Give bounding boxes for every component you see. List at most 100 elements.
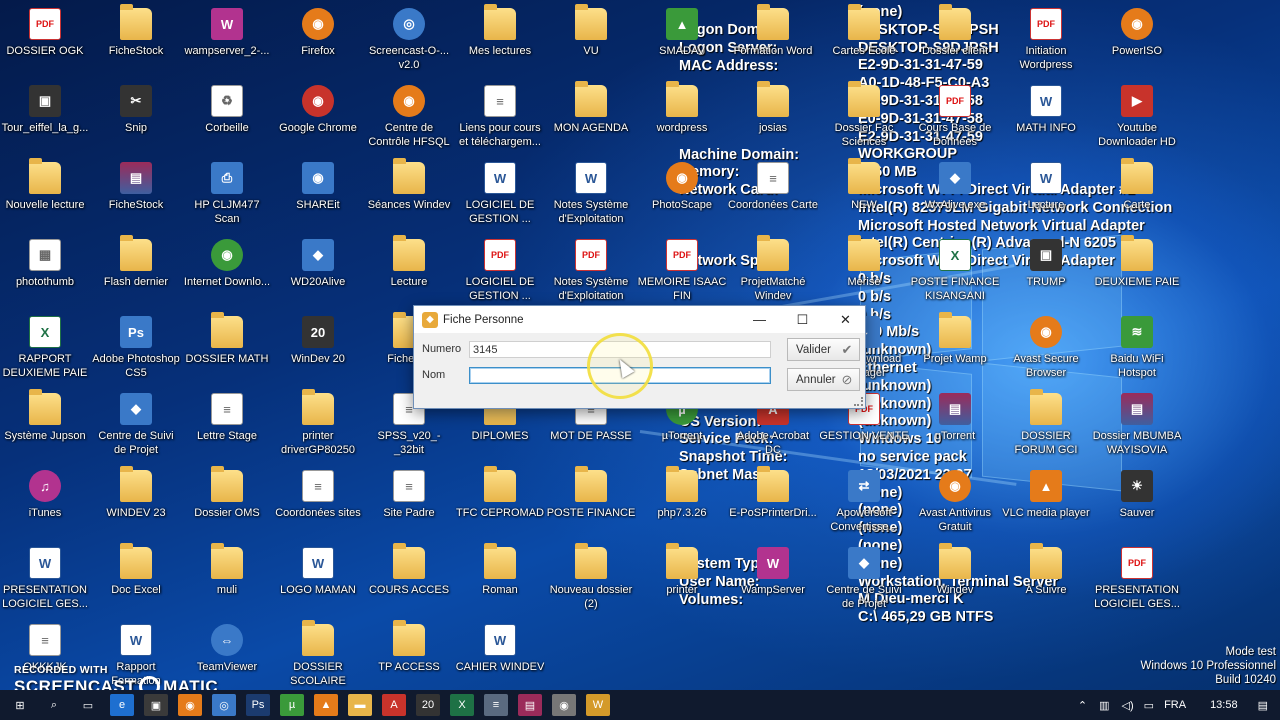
volume-icon[interactable]: ◁) (1122, 699, 1134, 712)
desktop-icon[interactable]: Dossier OMS (182, 464, 272, 540)
desktop-icon[interactable]: Lecture (364, 233, 454, 309)
desktop-icon[interactable]: MON AGENDA (546, 79, 636, 155)
desktop-icon[interactable]: NEW (819, 156, 909, 232)
edge-icon[interactable]: e (110, 694, 134, 716)
desktop-icon[interactable]: COURS ACCES (364, 541, 454, 617)
desktop-icon[interactable]: DOSSIER SCOLAIRE (273, 618, 363, 690)
notepad-icon[interactable]: ≡ (484, 694, 508, 716)
desktop-icon[interactable]: Flash dernier (91, 233, 181, 309)
desktop-icon[interactable]: W LOGO MAMAN (273, 541, 363, 617)
desktop-icon[interactable]: ▤ FicheStock (91, 156, 181, 232)
search-icon[interactable]: ⌕ (42, 694, 66, 716)
start-button[interactable]: ⊞ (8, 694, 32, 716)
input-language[interactable]: FRA (1164, 699, 1186, 711)
desktop-icon[interactable]: ≡ Coordonées Carte (728, 156, 818, 232)
desktop-icon[interactable]: E-PoSPrinterDri... (728, 464, 818, 540)
desktop-icon[interactable]: ◉ Firefox (273, 2, 363, 78)
valider-button[interactable]: Valider ✔ (787, 338, 860, 361)
desktop-icon[interactable]: muli (182, 541, 272, 617)
desktop-icon[interactable]: Windev (910, 541, 1000, 617)
desktop-icon[interactable]: PDF MEMOIRE ISAAC FIN (637, 233, 727, 309)
desktop-icon[interactable]: W WampServer (728, 541, 818, 617)
desktop-icon[interactable]: php7.3.26 (637, 464, 727, 540)
desktop-icon[interactable]: Merise (819, 233, 909, 309)
desktop-icon[interactable]: ▦ photothumb (0, 233, 90, 309)
desktop-icon[interactable]: ◉ Centre de Contrôle HFSQL (364, 79, 454, 155)
desktop-icon[interactable]: ◉ Internet Downlo... (182, 233, 272, 309)
desktop-icon[interactable]: ◆ Centre de Suivi de Projet (91, 387, 181, 463)
utorrent-icon[interactable]: µ (280, 694, 304, 716)
desktop-icon[interactable]: Wwampserver_2-... (182, 2, 272, 78)
annuler-button[interactable]: Annuler ⊘ (787, 368, 860, 391)
desktop-icon[interactable]: Séances Windev (364, 156, 454, 232)
desktop-icon[interactable]: W CAHIER WINDEV (455, 618, 545, 690)
vlc-icon[interactable]: ▲ (314, 694, 338, 716)
desktop-icon[interactable]: PDF DOSSIER OGK (0, 2, 90, 78)
desktop-icon[interactable]: ◆ WxAlive.exe (910, 156, 1000, 232)
desktop-icon[interactable]: ◆ Centre de Suivi de Projet (819, 541, 909, 617)
desktop-icon[interactable]: W Notes Système d'Exploitation (546, 156, 636, 232)
desktop-icon[interactable]: ⇄ Apowersoft Convertisse... (819, 464, 909, 540)
desktop-icon[interactable]: ◉ Google Chrome (273, 79, 363, 155)
desktop-icon[interactable]: Nouveau dossier (2) (546, 541, 636, 617)
winrar-icon[interactable]: ▤ (518, 694, 542, 716)
desktop-icon[interactable]: ⎙ HP CLJM477 Scan (182, 156, 272, 232)
desktop-icon[interactable]: TFC CEPROMAD (455, 464, 545, 540)
desktop-icon[interactable]: ≡ Site Padre (364, 464, 454, 540)
desktop-icon[interactable]: Formation Word (728, 2, 818, 78)
desktop-icon[interactable]: DEUXIEME PAIE (1092, 233, 1182, 309)
desktop-icon[interactable]: ▣ Tour_eiffel_la_g... (0, 79, 90, 155)
desktop-icon[interactable]: ▤ Dossier MBUMBA WAYISOVIA (1092, 387, 1182, 463)
desktop-icon[interactable]: ▲ SMADAV (637, 2, 727, 78)
desktop-icon[interactable]: ≡ Coordonées sites (273, 464, 363, 540)
desktop-icon[interactable]: ◉ Avast Antivirus Gratuit (910, 464, 1000, 540)
window-icon[interactable]: ▣ (144, 694, 168, 716)
windev-app-icon[interactable]: W (586, 694, 610, 716)
desktop-icon[interactable]: WINDEV 23 (91, 464, 181, 540)
desktop-icon[interactable]: ◉ SHAREit (273, 156, 363, 232)
desktop-icon[interactable]: Doc Excel (91, 541, 181, 617)
desktop-icon[interactable]: FicheStock (91, 2, 181, 78)
tray-chevron-icon[interactable]: ⌃ (1078, 699, 1087, 712)
desktop-icon[interactable]: DOSSIER FORUM GCI (1001, 387, 1091, 463)
desktop-icon[interactable]: W Lecture (1001, 156, 1091, 232)
minimize-button[interactable]: — (738, 306, 781, 333)
desktop[interactable]: Logon Domain: Logon Server: MAC Address:… (0, 0, 1280, 690)
desktop-icon[interactable]: TP ACCESS (364, 618, 454, 690)
dialog-titlebar[interactable]: ◆ Fiche Personne — ☐ ✕ (414, 306, 865, 333)
desktop-icon[interactable]: wordpress (637, 79, 727, 155)
desktop-icon[interactable]: X POSTE FINANCE KISANGANI (910, 233, 1000, 309)
desktop-icon[interactable]: PDF Cours Base de Données (910, 79, 1000, 155)
desktop-icon[interactable]: ✂ Snip (91, 79, 181, 155)
screencast-icon[interactable]: ◎ (212, 694, 236, 716)
desktop-icon[interactable]: ▤ uTorrent (910, 387, 1000, 463)
desktop-icon[interactable]: Mes lectures (455, 2, 545, 78)
desktop-icon[interactable]: Dossier Fac Sciences (819, 79, 909, 155)
desktop-icon[interactable]: ◎ Screencast-O-... v2.0 (364, 2, 454, 78)
firefox-icon[interactable]: ◉ (178, 694, 202, 716)
desktop-icon[interactable]: printer (637, 541, 727, 617)
clock[interactable]: 13:58 (1210, 699, 1238, 711)
windev-icon[interactable]: 20 (416, 694, 440, 716)
resize-grip[interactable] (854, 397, 863, 406)
desktop-icon[interactable]: DOSSIER MATH (182, 310, 272, 386)
task-view-icon[interactable]: ▭ (76, 694, 100, 716)
maximize-button[interactable]: ☐ (781, 306, 824, 333)
desktop-icon[interactable]: josias (728, 79, 818, 155)
desktop-icon[interactable]: ▲ VLC media player (1001, 464, 1091, 540)
desktop-icon[interactable]: ◉ Avast Secure Browser (1001, 310, 1091, 386)
desktop-icon[interactable]: ☀ Sauver (1092, 464, 1182, 540)
photoshop-icon[interactable]: Ps (246, 694, 270, 716)
desktop-icon[interactable]: ▶ Youtube Downloader HD (1092, 79, 1182, 155)
desktop-icon[interactable]: POSTE FINANCE (546, 464, 636, 540)
recording-icon[interactable]: ◉ (552, 694, 576, 716)
keyboard-icon[interactable]: ▭ (1144, 699, 1154, 712)
desktop-icon[interactable]: ◉ PowerISO (1092, 2, 1182, 78)
excel-icon[interactable]: X (450, 694, 474, 716)
network-icon[interactable]: ▥ (1099, 699, 1109, 712)
desktop-icon[interactable]: ≋ Baidu WiFi Hotspot (1092, 310, 1182, 386)
desktop-icon[interactable]: Système Jupson (0, 387, 90, 463)
desktop-icon[interactable]: X RAPPORT DEUXIEME PAIE (0, 310, 90, 386)
desktop-icon[interactable]: ≡ Lettre Stage (182, 387, 272, 463)
desktop-icon[interactable]: Cartes Ecole (819, 2, 909, 78)
